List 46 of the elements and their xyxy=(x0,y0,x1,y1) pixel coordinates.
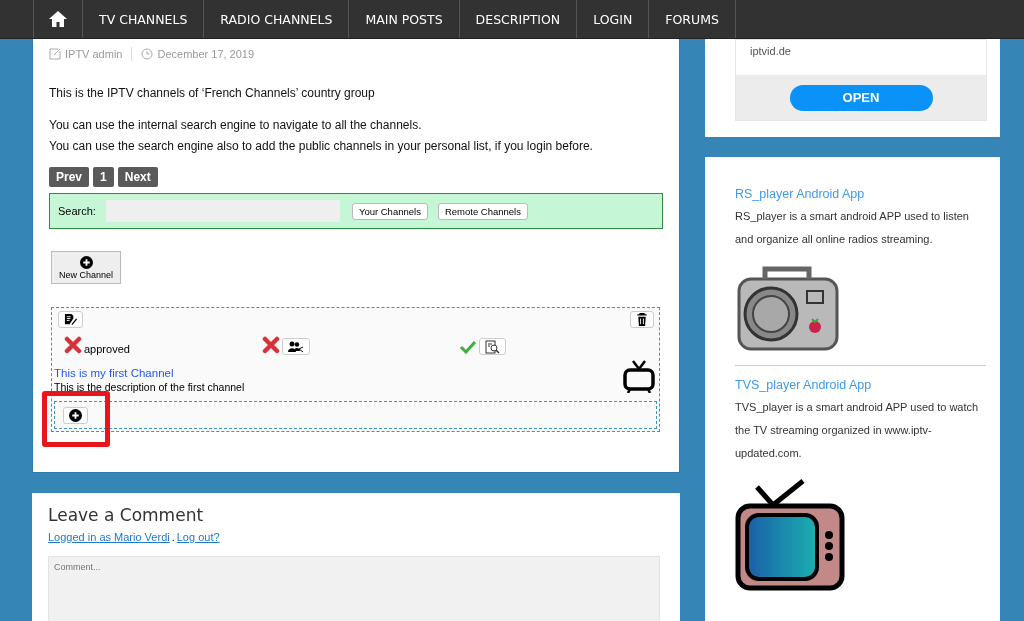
post-author: IPTV admin xyxy=(65,48,123,60)
filter-button[interactable]: Remote Channels xyxy=(437,202,528,220)
comment-heading: Leave a Comment xyxy=(48,505,205,525)
ad-site: iptvid.de xyxy=(749,44,792,59)
pagination-button[interactable]: 1 xyxy=(93,167,114,187)
share-button[interactable] xyxy=(281,338,310,355)
new-channel-button[interactable]: New Channel xyxy=(51,251,121,284)
app-description: RS_player is a smart android APP used to listen and organize all online radios streaming. xyxy=(735,209,970,247)
nav-link[interactable]: DESCRIPTION xyxy=(459,0,578,38)
highlight-frame xyxy=(42,391,110,447)
search-label: Search: xyxy=(58,205,96,217)
clock-icon xyxy=(141,48,154,60)
document-search-icon xyxy=(485,339,501,354)
nav-link[interactable]: LOGIN xyxy=(577,0,650,38)
post-text: You can use the internal search engine to navigate to all the channels. xyxy=(49,117,423,134)
pagination-button[interactable]: Prev xyxy=(49,167,90,187)
search-field[interactable] xyxy=(105,200,340,222)
plus-icon xyxy=(69,408,82,422)
nav-link[interactable]: FORUMS xyxy=(649,0,736,38)
pagination-button[interactable]: Next xyxy=(117,167,158,187)
comment-field[interactable]: Comment... xyxy=(48,556,660,621)
app-description: TVS_player is a smart android APP used to watch the TV streaming organized in www.iptv-updated.com. xyxy=(735,400,980,461)
home-icon[interactable] xyxy=(33,0,83,38)
edit-icon xyxy=(64,313,77,326)
people-icon xyxy=(287,340,304,353)
delete-button[interactable] xyxy=(630,311,654,328)
channel-description: This is the description of the first channel xyxy=(54,381,245,393)
add-button[interactable] xyxy=(63,406,88,424)
review-button[interactable] xyxy=(479,338,507,355)
logout-link[interactable]: Log out? xyxy=(176,531,220,543)
filter-button[interactable]: Your Channels xyxy=(351,202,428,220)
channel-title[interactable]: This is my first Channel xyxy=(54,367,245,379)
post-date: December 17, 2019 xyxy=(157,48,255,60)
separator-text: . xyxy=(171,531,175,543)
nav-link[interactable]: MAIN POSTS xyxy=(349,0,460,38)
status-label: approved xyxy=(84,343,130,355)
nav-link[interactable]: RADIO CHANNELS xyxy=(204,0,350,38)
post-text: You can use the search engine also to add the public channels in your personal list, if you login before. xyxy=(49,138,594,155)
plus-icon xyxy=(79,255,93,269)
tv-icon xyxy=(623,359,655,393)
post-text: This is the IPTV channels of ‘French Channels’ country group xyxy=(49,85,376,102)
nav-link[interactable]: TV CHANNELS xyxy=(83,0,205,38)
profile-link[interactable]: Logged in as Mario Verdi xyxy=(48,531,170,543)
trash-icon xyxy=(636,313,648,326)
edit-button[interactable] xyxy=(58,311,83,328)
author-icon xyxy=(49,48,61,60)
